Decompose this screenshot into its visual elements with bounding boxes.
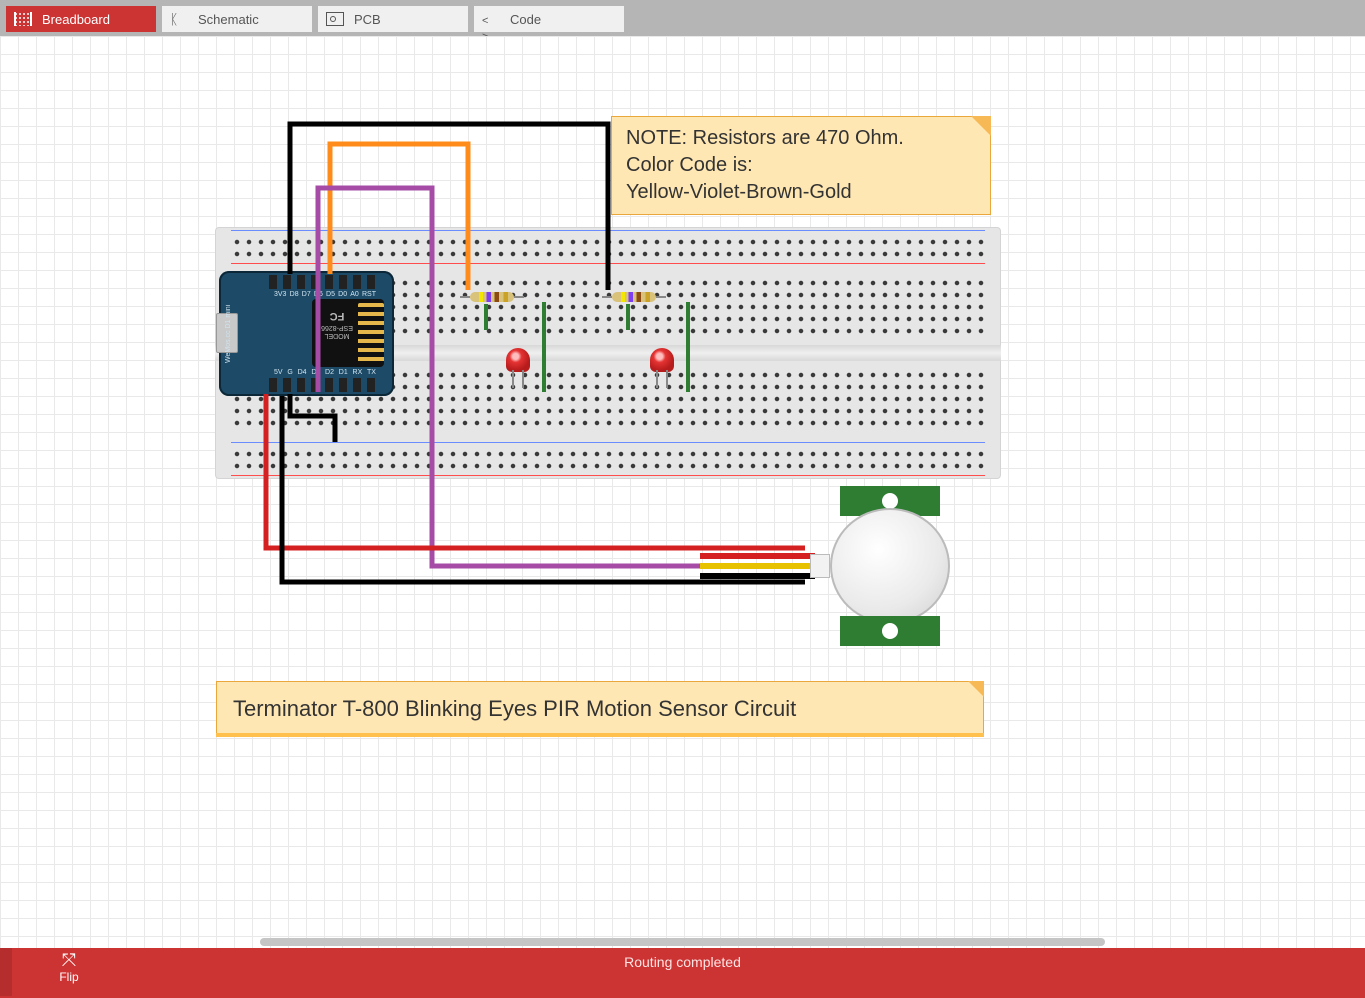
tab-label: PCB xyxy=(354,12,381,27)
resistor-1[interactable] xyxy=(470,292,514,302)
canvas-scrollbar[interactable] xyxy=(260,938,1105,946)
power-rail-top xyxy=(231,233,985,261)
pcb-icon xyxy=(326,12,344,26)
led-right[interactable] xyxy=(650,348,674,386)
code-icon xyxy=(482,12,500,26)
view-tabs: Breadboard Schematic PCB Code xyxy=(0,0,1365,36)
mcu-header-bottom xyxy=(269,378,378,392)
note-title-text: Terminator T-800 Blinking Eyes PIR Motio… xyxy=(233,696,796,721)
mcu-wemos-d1-mini[interactable]: 3V3D8 D7D6 D5D0 A0RST 5VG D4D3 D2D1 RXTX… xyxy=(219,271,394,396)
pir-connector xyxy=(810,554,830,578)
mcu-header-top xyxy=(269,275,378,289)
flip-label: Flip xyxy=(46,970,92,984)
note-resistors[interactable]: NOTE: Resistors are 470 Ohm. Color Code … xyxy=(611,116,991,215)
design-canvas[interactable]: NOTE: Resistors are 470 Ohm. Color Code … xyxy=(0,36,1365,948)
note-line: Color Code is: xyxy=(626,152,976,179)
tab-label: Breadboard xyxy=(42,12,110,27)
mcu-pin-labels-top: 3V3D8 D7D6 D5D0 A0RST xyxy=(274,291,376,298)
led-bulb-icon xyxy=(506,348,530,372)
esp8266-chip: MODEL ESP-8266 FC xyxy=(312,299,384,367)
tab-label: Schematic xyxy=(198,12,259,27)
status-text: Routing completed xyxy=(624,954,741,970)
chip-marking: MODEL ESP-8266 FC xyxy=(318,309,356,339)
flip-icon: ⤧ xyxy=(46,950,92,970)
schematic-icon xyxy=(170,12,188,26)
note-title[interactable]: Terminator T-800 Blinking Eyes PIR Motio… xyxy=(216,681,984,737)
wifi-antenna-icon xyxy=(358,303,384,363)
power-rail-bottom xyxy=(231,445,985,473)
tab-breadboard[interactable]: Breadboard xyxy=(6,6,156,32)
pir-pcb xyxy=(840,616,940,646)
breadboard-icon xyxy=(14,12,32,26)
flip-button[interactable]: ⤧ Flip xyxy=(46,950,92,984)
note-line: NOTE: Resistors are 470 Ohm. xyxy=(626,125,976,152)
tab-label: Code xyxy=(510,12,541,27)
pir-motion-sensor[interactable] xyxy=(830,486,950,646)
tab-code[interactable]: Code xyxy=(474,6,624,32)
mcu-brand-label: WeMos.cc D1 mini xyxy=(225,291,259,376)
resistor-2[interactable] xyxy=(612,292,656,302)
led-left[interactable] xyxy=(506,348,530,386)
toolbar-edge xyxy=(0,948,12,996)
note-line: Yellow-Violet-Brown-Gold xyxy=(626,179,976,206)
tab-schematic[interactable]: Schematic xyxy=(162,6,312,32)
bottom-toolbar: ⤧ Flip Routing completed xyxy=(0,948,1365,998)
tab-pcb[interactable]: PCB xyxy=(318,6,468,32)
mcu-pin-labels-bottom: 5VG D4D3 D2D1 RXTX xyxy=(274,369,376,376)
pir-dome-icon xyxy=(830,508,950,624)
note-title-underline xyxy=(216,733,984,737)
led-bulb-icon xyxy=(650,348,674,372)
